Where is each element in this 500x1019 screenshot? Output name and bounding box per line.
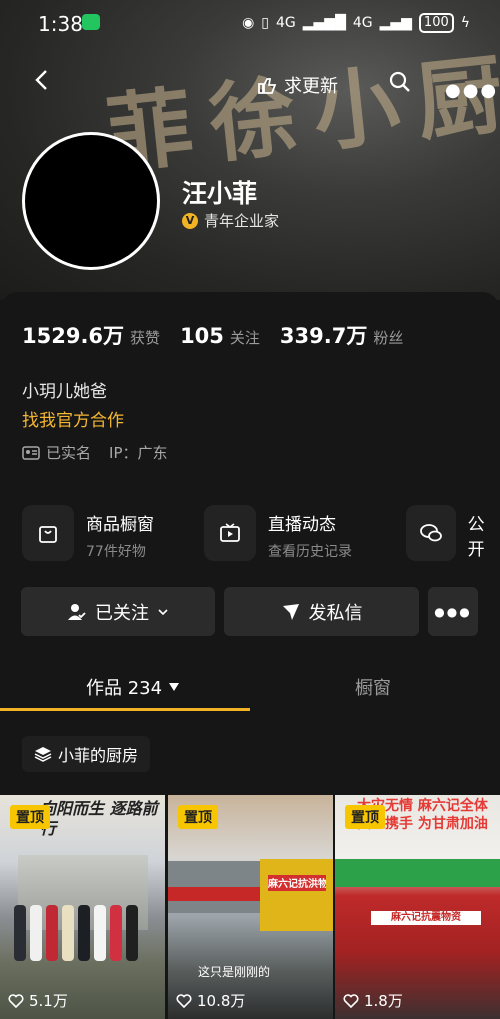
likes-value: 5.1万 xyxy=(29,992,68,1010)
real-name-label: 已实名 xyxy=(46,444,92,462)
chevron-down-icon xyxy=(158,608,168,615)
likes-value: 1.8万 xyxy=(364,992,403,1010)
avatar[interactable] xyxy=(22,132,160,270)
caret-down-icon xyxy=(169,683,180,691)
more-dots-icon: ●●● xyxy=(445,80,499,101)
message-label: 发私信 xyxy=(308,602,363,624)
pinned-badge: 置顶 xyxy=(178,805,218,829)
search-button[interactable] xyxy=(388,70,412,98)
truck-banner-text: 麻六记抗洪物 xyxy=(268,875,326,891)
verified-badge-icon: V xyxy=(182,212,198,229)
status-icons: ◉ ▯ 4G ▂▄▆█ 4G ▂▄▆ 100 ϟ xyxy=(242,13,470,33)
shopping-bag-icon xyxy=(22,505,74,561)
likes-count: 1529.6万 xyxy=(22,324,125,348)
pinned-badge: 置顶 xyxy=(345,805,385,829)
battery-icon: 100 xyxy=(418,13,454,33)
eye-icon: ◉ xyxy=(242,15,255,31)
ip-location: IP：广东 xyxy=(109,444,168,462)
stats-row: 1529.6万 获赞 105 关注 339.7万 粉丝 xyxy=(22,320,417,350)
followed-button[interactable]: 已关注 xyxy=(21,587,215,636)
meta-row: 已实名 IP：广东 xyxy=(22,442,168,463)
collection-chip[interactable]: 小菲的厨房 xyxy=(22,736,151,772)
status-time: 1:38 xyxy=(38,12,83,36)
heart-icon xyxy=(343,993,359,1008)
signal-icon: ▂▄▆█ xyxy=(302,15,346,31)
chevron-left-icon xyxy=(35,70,47,90)
heart-icon xyxy=(176,993,192,1008)
send-icon xyxy=(282,603,299,620)
content-tabs: 作品 234 橱窗 xyxy=(0,660,500,714)
chat-bubble-icon xyxy=(406,505,456,561)
likes-value: 10.8万 xyxy=(197,992,246,1010)
search-icon xyxy=(389,71,410,92)
thumb-icon xyxy=(258,78,277,94)
video-thumbnail[interactable]: 大灾无情 麻六记全体员工携手 为甘肃加油 麻六记抗震物资 置顶 1.8万 xyxy=(335,795,500,1019)
feature-title: 公开 xyxy=(467,515,485,560)
feature-public[interactable]: 公开 汪小 xyxy=(406,505,500,561)
likes-count: 10.8万 xyxy=(176,990,245,1011)
truck-banner-image xyxy=(168,887,268,901)
truck-roof-image xyxy=(335,859,500,887)
user-check-icon xyxy=(68,603,86,620)
bio-text: 小玥儿她爸 xyxy=(22,382,107,402)
following-count[interactable]: 105 xyxy=(180,324,224,348)
followers-count[interactable]: 339.7万 xyxy=(280,320,367,350)
feature-title: 直播动态 xyxy=(268,515,336,535)
cooperation-link[interactable]: 找我官方合作 xyxy=(22,406,124,431)
followers-label[interactable]: 粉丝 xyxy=(373,327,403,348)
tab-works-label: 作品 234 xyxy=(86,678,163,699)
tv-icon xyxy=(204,505,256,561)
video-caption: 这只是刚刚的 xyxy=(198,965,271,979)
layers-icon xyxy=(34,747,52,762)
id-card-icon xyxy=(22,445,40,460)
people-group-image xyxy=(14,905,154,965)
video-thumbnail[interactable]: 向阳而生 逐路前行 置顶 5.1万 xyxy=(0,795,165,1019)
wechat-icon xyxy=(82,14,100,30)
network-label-2: 4G xyxy=(352,15,373,31)
collection-label: 小菲的厨房 xyxy=(58,746,139,765)
truck-sign-text: 麻六记抗震物资 xyxy=(371,911,481,925)
likes-count: 5.1万 xyxy=(8,990,68,1011)
heart-icon xyxy=(8,993,24,1008)
followed-label: 已关注 xyxy=(95,602,149,624)
feature-title: 商品橱窗 xyxy=(86,515,154,535)
active-tab-indicator xyxy=(0,708,250,711)
video-thumbnail[interactable]: 麻六记抗洪物 这只是刚刚的 置顶 10.8万 xyxy=(168,795,333,1019)
feature-subtitle: 77件好物 xyxy=(86,544,146,560)
thumbnail-overlay-text: 向阳而生 逐路前行 xyxy=(40,799,158,838)
charging-icon: ϟ xyxy=(460,15,470,31)
more-actions-button[interactable]: ●●● xyxy=(428,587,478,636)
feature-row: 商品橱窗 77件好物 直播动态 查看历史记录 公开 汪小 xyxy=(22,505,500,561)
following-label[interactable]: 关注 xyxy=(230,327,260,348)
likes-label: 获赞 xyxy=(130,329,161,347)
verification-row: V 青年企业家 xyxy=(182,210,279,231)
profile-name: 汪小菲 xyxy=(182,179,258,208)
banner-artwork: 菲 徐 小 厨 xyxy=(101,44,500,187)
status-bar: 1:38 ◉ ▯ 4G ▂▄▆█ 4G ▂▄▆ 100 ϟ xyxy=(0,0,500,48)
vibrate-icon: ▯ xyxy=(261,15,269,31)
request-update-label: 求更新 xyxy=(284,76,338,97)
more-button[interactable]: ●●● xyxy=(445,80,498,101)
verified-title: 青年企业家 xyxy=(204,212,280,230)
feature-live[interactable]: 直播动态 查看历史记录 xyxy=(204,505,352,561)
request-update-button[interactable]: 求更新 xyxy=(256,72,338,98)
pinned-badge: 置顶 xyxy=(10,805,50,829)
signal-icon-2: ▂▄▆ xyxy=(379,15,412,31)
feature-subtitle: 查看历史记录 xyxy=(268,544,352,560)
network-label: 4G xyxy=(276,15,296,31)
likes-count: 1.8万 xyxy=(343,990,403,1011)
feature-shop-window[interactable]: 商品橱窗 77件好物 xyxy=(22,505,154,561)
tab-shop[interactable]: 橱窗 xyxy=(355,674,391,700)
message-button[interactable]: 发私信 xyxy=(224,587,419,636)
truck-cab-image xyxy=(260,859,333,931)
more-dots-icon: ●●● xyxy=(434,604,472,619)
tab-works[interactable]: 作品 234 xyxy=(86,674,180,700)
back-button[interactable] xyxy=(30,68,54,92)
real-name-tag: 已实名 xyxy=(22,442,91,463)
